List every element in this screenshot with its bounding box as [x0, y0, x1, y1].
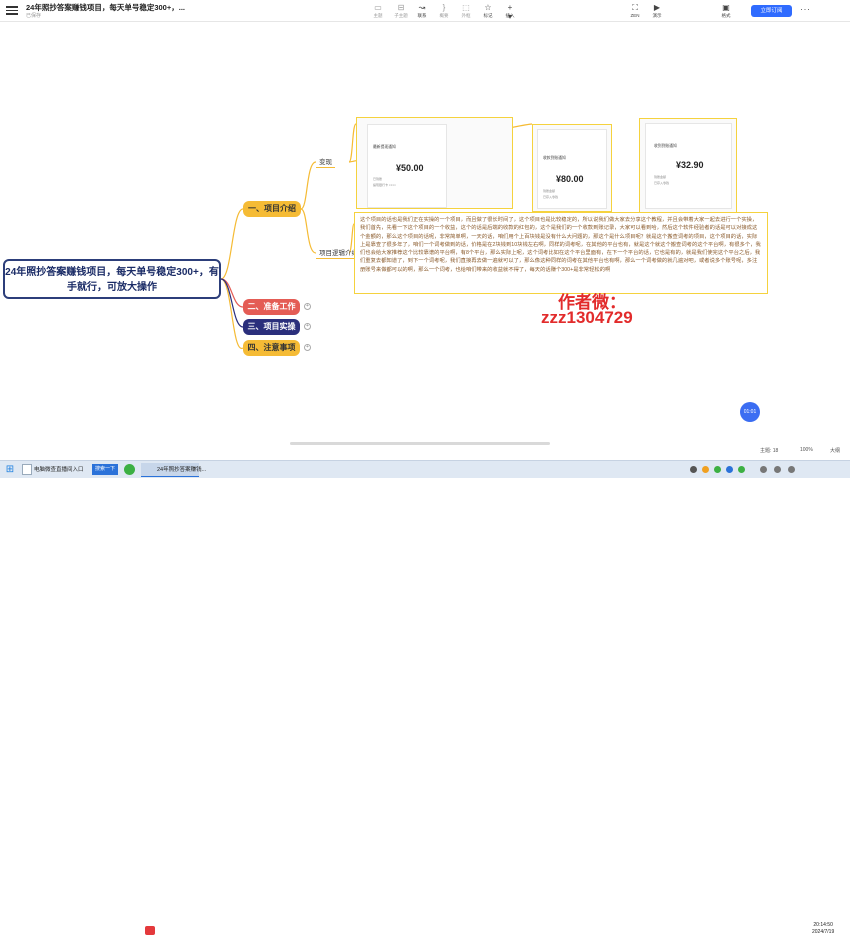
payout-screenshot-3: 收到到账通知 ¥32.90 到账金额 已存入零钱 [639, 118, 737, 214]
input-method-icon[interactable] [760, 466, 767, 473]
timer-badge[interactable]: 01:01 [740, 402, 760, 422]
connector-b1 [220, 208, 244, 280]
subtopic-monetize[interactable]: 变现 [316, 155, 335, 168]
branch-notes[interactable]: 四、注意事项 [243, 340, 300, 356]
system-clock[interactable]: 20:14:50 2024/7/19 [812, 922, 834, 936]
horizontal-scrollbar[interactable] [290, 442, 550, 445]
wechat-icon[interactable] [124, 464, 135, 475]
branch-practice[interactable]: 三、项目实操 [243, 319, 300, 335]
taskbar-item-live[interactable]: 电脑微查直播间入口 [34, 463, 84, 477]
tray-icon[interactable] [738, 466, 745, 473]
outline-button[interactable]: 大纲 [830, 447, 840, 454]
connector-shot1 [348, 123, 357, 163]
expand-icon[interactable]: + [304, 344, 311, 351]
windows-start-icon[interactable]: ⊞ [3, 463, 17, 477]
clock-date: 2024/7/19 [812, 929, 835, 935]
search-button[interactable]: 搜索一下 [92, 464, 118, 475]
zoom-level[interactable]: 100% [800, 447, 813, 453]
connector-logic [300, 208, 317, 254]
logic-paragraph[interactable]: 这个项目的话也是我们正在实操的一个项目，而且做了很长时间了，这个项目也是比较稳定… [354, 212, 768, 294]
tray-icon[interactable] [714, 466, 721, 473]
watermark-id: zzz1304729 [541, 308, 633, 327]
taskbar-item-mindmap[interactable]: 24年照抄答案赚钱... [141, 463, 206, 477]
phone-screen: 收款到账通知 ¥80.00 到账金额 已存入零钱 [537, 129, 607, 209]
tray-icon[interactable] [702, 466, 709, 473]
app-icon [145, 926, 155, 935]
clock-time: 20:14:50 [813, 922, 833, 928]
payout-screenshot-1: 最新提现通知 ¥50.00 已到账 提现银行卡 ×××× [356, 117, 513, 209]
root-topic[interactable]: 24年照抄答案赚钱项目，每天单号稳定300+，有手就行，可放大操作 [3, 259, 221, 299]
branch-preparation[interactable]: 二、准备工作 [243, 299, 300, 315]
tray-icon[interactable] [690, 466, 697, 473]
browser-icon[interactable] [22, 464, 32, 475]
phone-screen: 收到到账通知 ¥32.90 到账金额 已存入零钱 [645, 123, 732, 209]
expand-icon[interactable]: + [304, 303, 311, 310]
network-icon[interactable] [774, 466, 781, 473]
connector-b4 [220, 278, 244, 349]
tray-icon[interactable] [726, 466, 733, 473]
branch-project-intro[interactable]: 一、项目介绍 [243, 201, 301, 217]
expand-icon[interactable]: + [304, 323, 311, 330]
volume-icon[interactable] [788, 466, 795, 473]
phone-screen: 最新提现通知 ¥50.00 已到账 提现银行卡 ×××× [367, 124, 447, 208]
topic-count: 主题: 18 [760, 448, 779, 454]
connector-show [300, 161, 317, 210]
windows-taskbar: ⊞ 电脑微查直播间入口 搜索一下 24年照抄答案赚钱... 20:14:50 2… [0, 460, 850, 935]
payout-screenshot-2: 收款到账通知 ¥80.00 到账金额 已存入零钱 [532, 124, 612, 212]
